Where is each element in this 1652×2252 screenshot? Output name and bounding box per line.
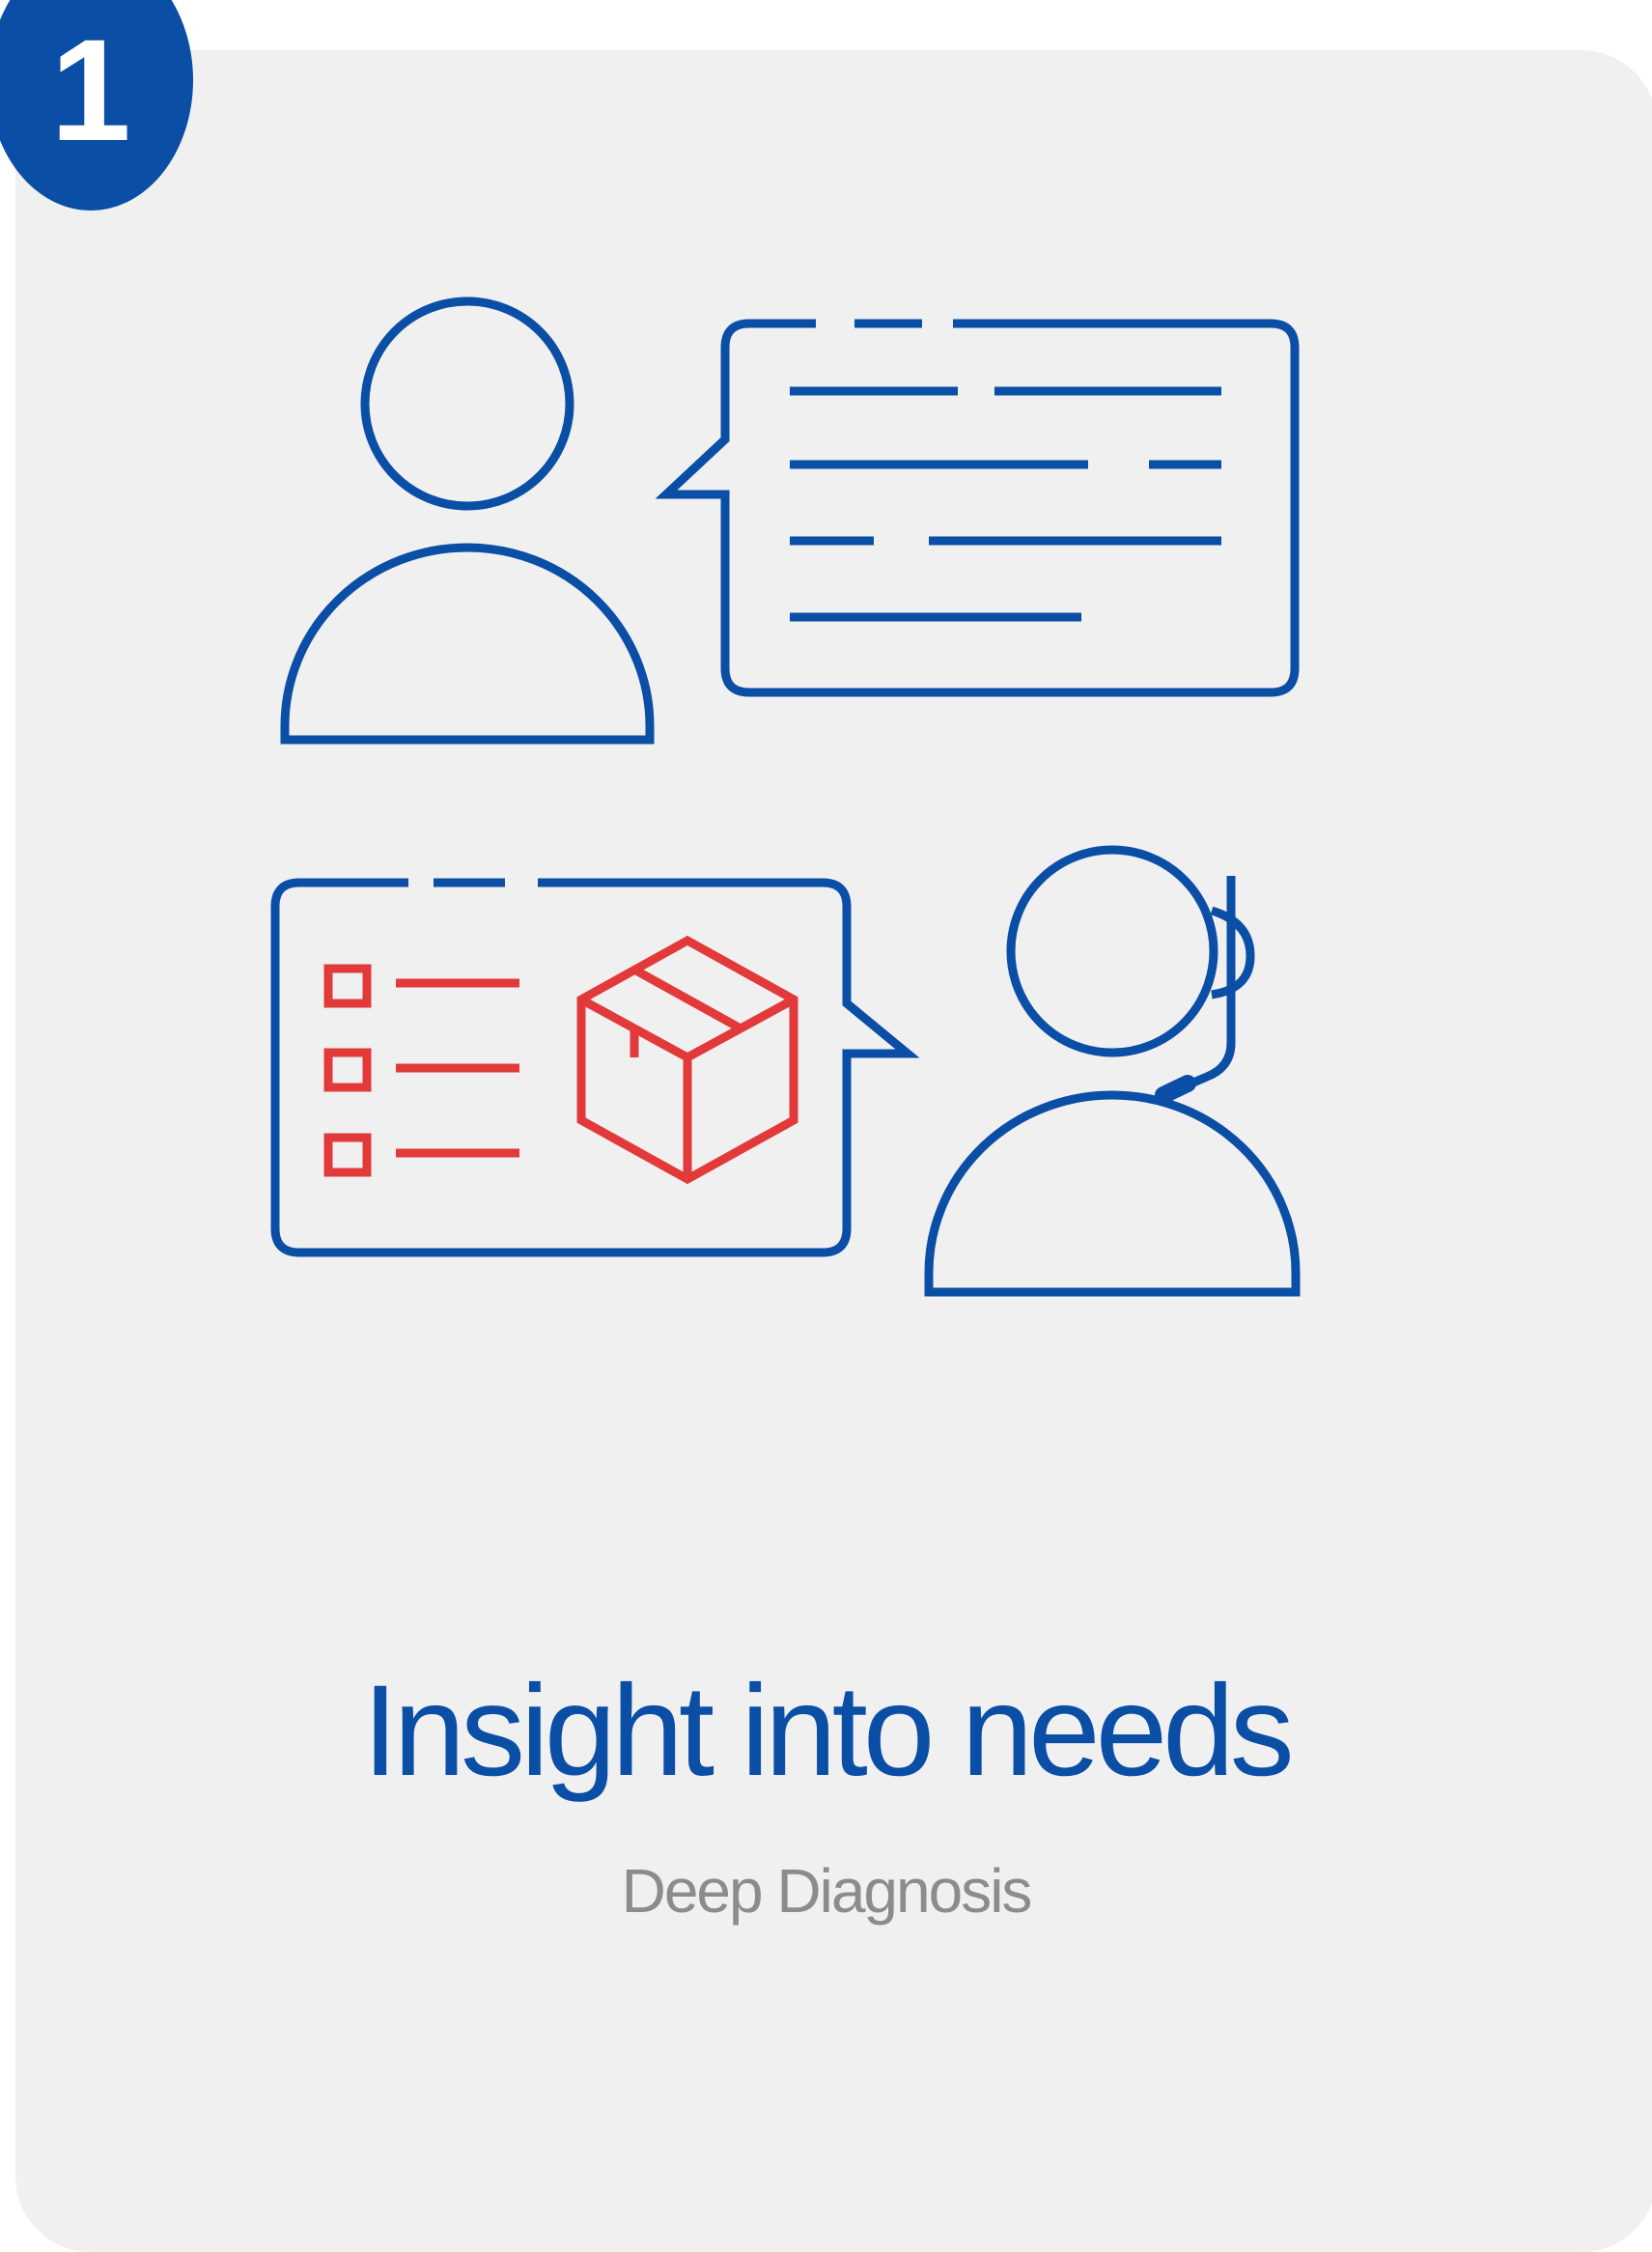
headset-mic-icon: [1155, 1075, 1196, 1104]
package-box-icon: [576, 935, 798, 1185]
person-icon: [280, 296, 655, 745]
card-title: Insight into needs: [362, 1659, 1294, 1803]
card-subtitle: Deep Diagnosis: [621, 1856, 1033, 1926]
needs-insight-illustration: [270, 296, 1301, 1297]
support-agent-headset-icon: [924, 845, 1301, 1297]
checklist-icon: [323, 964, 519, 1177]
checklist-product-bubble-icon: [270, 878, 920, 1257]
speech-bubble-icon: [655, 319, 1300, 697]
